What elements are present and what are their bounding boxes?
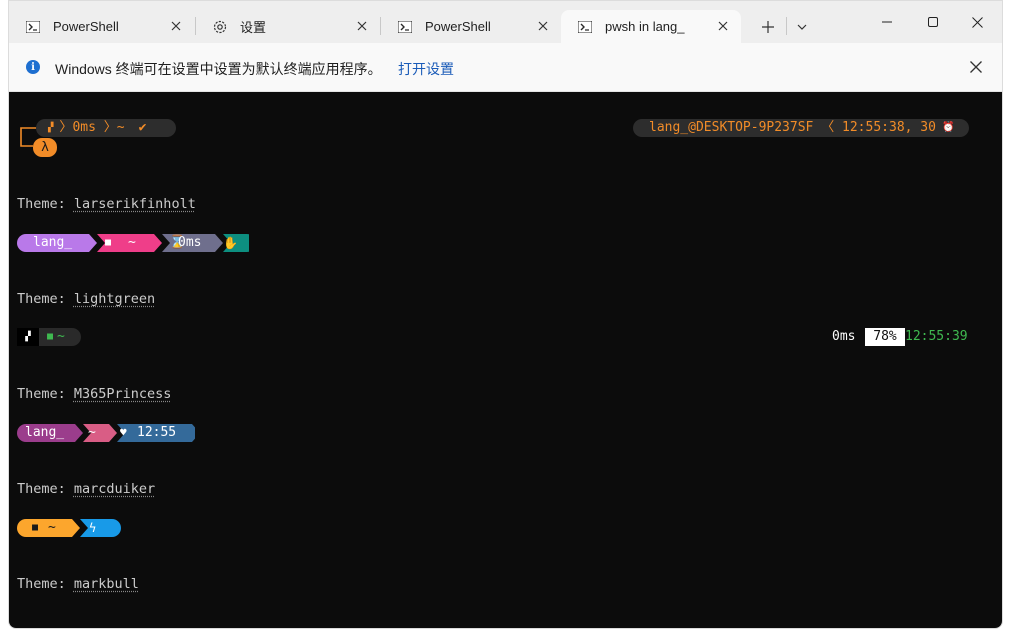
theme-label: Theme: xyxy=(17,386,74,402)
prompt1-left-segment: ▞ 〉 0ms 〉 ~ ✔ xyxy=(36,119,176,137)
theme-label: Theme: xyxy=(17,196,74,212)
close-window-button[interactable] xyxy=(954,7,1000,37)
close-icon[interactable] xyxy=(715,18,731,34)
marc-path: ~ xyxy=(48,520,56,535)
theme-line: Theme: lightgreen xyxy=(17,291,155,307)
lambda-symbol: λ xyxy=(41,139,49,155)
theme-label: Theme: xyxy=(17,291,74,307)
windows-logo-icon: ▞ xyxy=(17,328,39,346)
theme-name: markbull xyxy=(73,576,139,592)
tab-title: 设置 xyxy=(240,20,267,35)
maximize-icon xyxy=(928,17,938,27)
theme-name: lightgreen xyxy=(73,291,156,307)
tab-settings[interactable]: 设置 xyxy=(196,10,380,43)
theme-name: larserikfinholt xyxy=(73,196,196,212)
close-icon[interactable] xyxy=(535,18,551,34)
theme-label: Theme: xyxy=(17,576,74,592)
lightgreen-path-segment: ■ ~ xyxy=(39,328,81,346)
theme-line: Theme: markbull xyxy=(17,576,139,592)
minimize-icon xyxy=(882,21,892,23)
folder-icon: ■ xyxy=(105,237,112,248)
princess-path: ~ xyxy=(88,425,96,440)
powershell-icon xyxy=(577,19,593,35)
new-tab-button[interactable] xyxy=(754,13,782,41)
lightgreen-duration: 0ms xyxy=(832,329,856,344)
lars-user: lang_ xyxy=(33,235,73,250)
theme-name: M365Princess xyxy=(73,386,172,402)
chevron-down-icon xyxy=(797,24,807,30)
terminal-output[interactable]: ▞ 〉 0ms 〉 ~ ✔ λ lang_@DESKTOP-9P237SF 〈 … xyxy=(9,92,1002,628)
theme-line: Theme: larserikfinholt xyxy=(17,196,196,212)
close-icon[interactable] xyxy=(967,58,985,76)
theme-name: marcduiker xyxy=(73,481,156,497)
lambda-badge: λ xyxy=(33,138,57,157)
prompt1-duration: 0ms xyxy=(72,120,96,135)
tab-bar: PowerShell 设置 PowerShell pwsh in lang_ xyxy=(9,1,1002,43)
info-icon: i xyxy=(26,60,40,74)
minimize-button[interactable] xyxy=(864,7,910,37)
prompt1-right-segment: lang_@DESKTOP-9P237SF 〈 12:55:38, 30 ⏰ xyxy=(633,119,969,137)
tab-dropdown-button[interactable] xyxy=(788,13,816,41)
tab-title: PowerShell xyxy=(53,19,119,34)
heart-icon: ♥ xyxy=(120,426,127,439)
prompt1-time: 12:55:38, 30 xyxy=(842,120,936,135)
tab-powershell-1[interactable]: PowerShell xyxy=(9,10,194,43)
lars-duration: 0ms xyxy=(178,235,202,250)
chevron-right-icon: 〉 xyxy=(95,120,117,135)
theme-line: Theme: marcduiker xyxy=(17,481,155,497)
terminal-window: PowerShell 设置 PowerShell pwsh in lang_ i… xyxy=(8,0,1003,629)
plus-icon xyxy=(762,21,774,33)
maximize-button[interactable] xyxy=(910,7,956,37)
close-icon[interactable] xyxy=(168,18,184,34)
prompt1-user-host: lang_@DESKTOP-9P237SF xyxy=(649,120,814,135)
windows-logo-icon: ▞ xyxy=(48,123,54,133)
hand-icon: ✋ xyxy=(223,236,238,250)
theme-label: Theme: xyxy=(17,481,74,497)
princess-time: 12:55 xyxy=(137,425,177,440)
lightgreen-battery: 78% xyxy=(865,328,905,346)
powershell-icon xyxy=(25,19,41,35)
info-message: Windows 终端可在设置中设置为默认终端应用程序。 xyxy=(55,61,382,77)
chevron-left-icon: 〈 xyxy=(813,120,843,135)
theme-line: Theme: M365Princess xyxy=(17,386,171,402)
tab-pwsh-lang[interactable]: pwsh in lang_ xyxy=(561,10,741,43)
lightgreen-time: 12:55:39 xyxy=(905,329,968,344)
close-icon[interactable] xyxy=(354,18,370,34)
close-icon xyxy=(971,16,983,28)
folder-icon: ■ xyxy=(47,331,54,342)
chevron-right-icon: 〉 xyxy=(59,120,73,135)
tab-title: pwsh in lang_ xyxy=(605,19,685,34)
gear-icon xyxy=(212,19,228,35)
powershell-icon xyxy=(397,19,413,35)
prompt1-check: ✔ xyxy=(138,120,147,135)
tab-divider xyxy=(786,17,787,35)
lightning-icon: ϟ xyxy=(89,521,97,535)
info-bar: i Windows 终端可在设置中设置为默认终端应用程序。 打开设置 xyxy=(9,43,1002,92)
open-settings-link[interactable]: 打开设置 xyxy=(398,59,454,79)
lightgreen-path: ~ xyxy=(57,329,65,344)
clock-icon: ⏰ xyxy=(941,122,955,133)
tab-powershell-2[interactable]: PowerShell xyxy=(381,10,561,43)
tab-title: PowerShell xyxy=(425,19,491,34)
folder-icon: ■ xyxy=(32,522,39,533)
lars-path: ~ xyxy=(128,235,136,250)
princess-user: lang_ xyxy=(25,425,65,440)
prompt1-path: ~ xyxy=(116,120,125,135)
